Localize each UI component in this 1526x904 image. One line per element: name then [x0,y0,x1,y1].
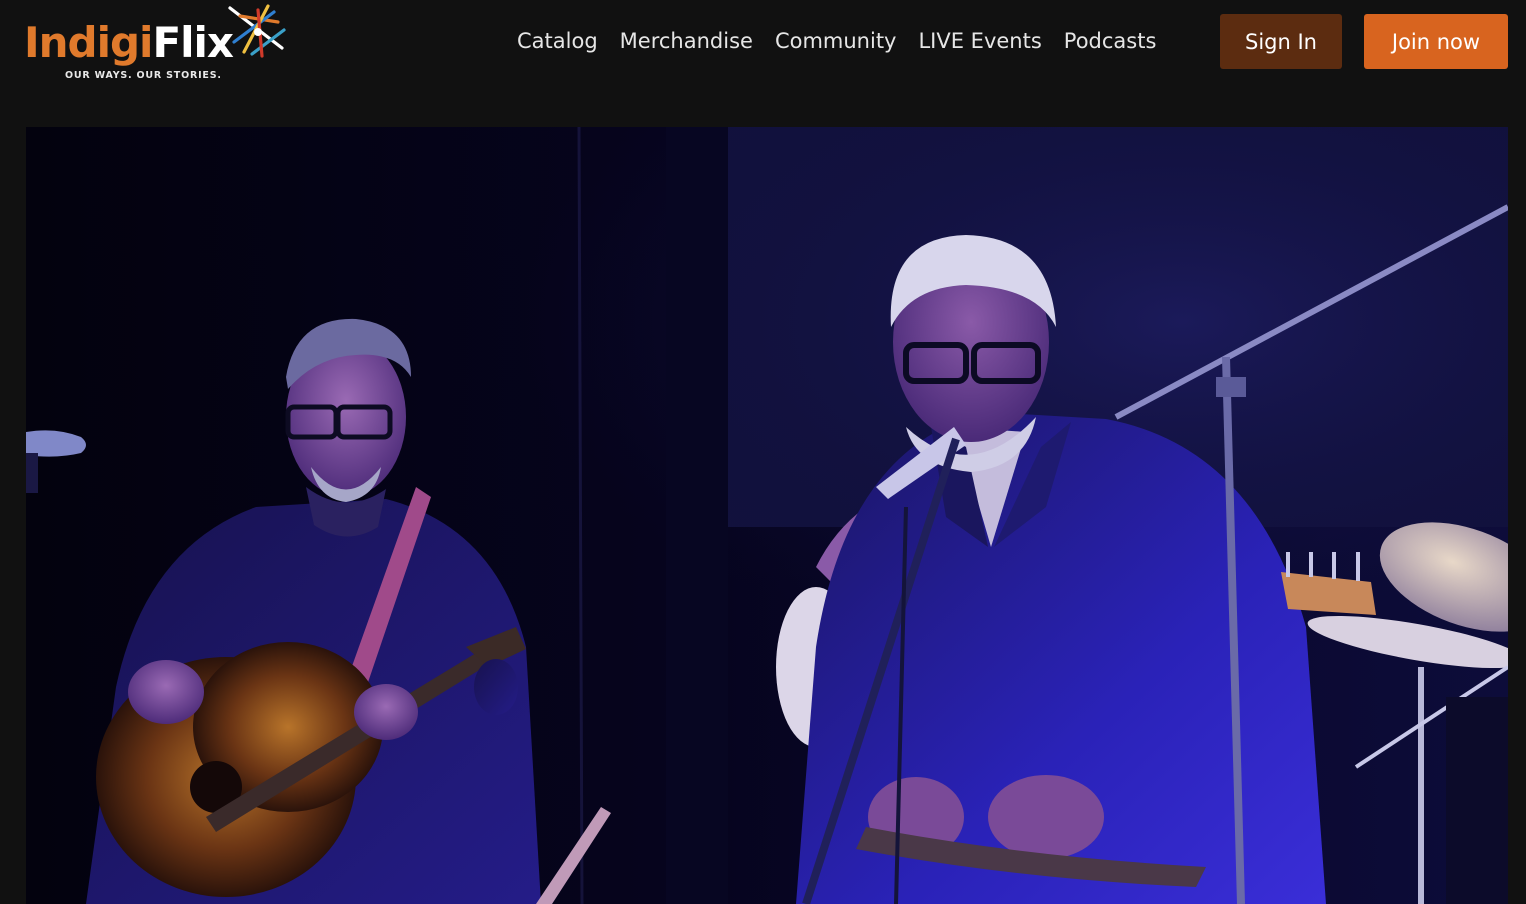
nav-merchandise[interactable]: Merchandise [609,14,764,69]
sign-in-button[interactable]: Sign In [1220,14,1342,69]
join-now-button[interactable]: Join now [1364,14,1508,69]
nav-community[interactable]: Community [764,14,908,69]
concert-photo-icon [26,127,1508,904]
site-header: IndigiFlix OUR WAYS. OUR STORIES. Catalo… [0,0,1526,96]
nav-podcasts[interactable]: Podcasts [1053,14,1168,69]
main-nav: Catalog Merchandise Community LIVE Event… [506,14,1167,69]
feather-emblem-icon [228,4,286,58]
nav-live-events[interactable]: LIVE Events [907,14,1052,69]
nav-catalog[interactable]: Catalog [506,14,609,69]
hero-banner [26,127,1508,904]
logo-tagline: OUR WAYS. OUR STORIES. [65,70,222,81]
logo-wordmark: IndigiFlix [24,18,234,67]
indigiflix-logo[interactable]: IndigiFlix OUR WAYS. OUR STORIES. [24,2,294,86]
